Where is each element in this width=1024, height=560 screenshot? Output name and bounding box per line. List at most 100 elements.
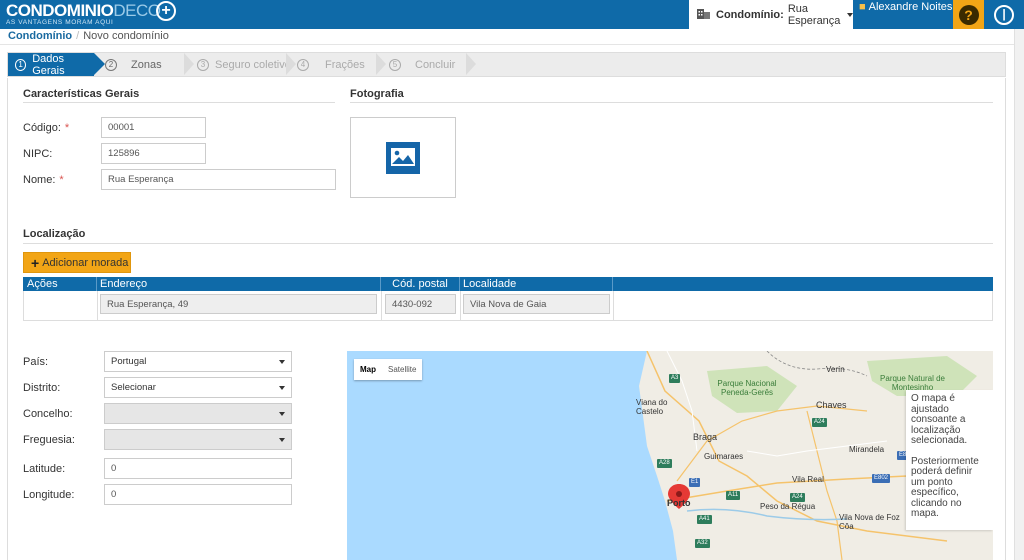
- image-icon: [386, 141, 420, 174]
- freguesia-label: Freguesia:: [23, 434, 75, 446]
- road-badge: A3: [669, 374, 681, 383]
- distrito-value: Selecionar: [111, 382, 156, 393]
- logout-button[interactable]: |: [984, 0, 1024, 29]
- condo-selector-label: Condomínio:: [716, 8, 784, 21]
- road-badge: E1: [689, 478, 701, 487]
- map-type-control: Map Satellite: [354, 359, 423, 380]
- column-header: Cód. postal: [380, 277, 456, 291]
- wizard-step-dados-gerais[interactable]: 1 Dados Gerais: [8, 52, 105, 77]
- address-table-header: Ações Endereço Cód. postal Localidade: [23, 277, 993, 291]
- map-place-label: Vila Nova de Foz Côa: [839, 513, 900, 531]
- step-label: Concluir: [415, 58, 456, 71]
- breadcrumb-root[interactable]: Condomínio: [8, 30, 72, 42]
- distrito-select[interactable]: Selecionar: [104, 377, 292, 398]
- map-place-label: Guimaraes: [704, 452, 744, 461]
- building-icon: [697, 7, 710, 22]
- road-badge: E802: [872, 474, 891, 483]
- map-info-text: Posteriormente poderá definir um ponto e…: [911, 455, 979, 519]
- distrito-label: Distrito:: [23, 382, 61, 394]
- codigo-field[interactable]: 00001: [101, 117, 206, 138]
- map-tab-satellite[interactable]: Satellite: [382, 359, 422, 380]
- step-label: Dados Gerais: [32, 52, 65, 77]
- map-info-text: O mapa é ajustado consoante a localizaçã…: [911, 393, 968, 446]
- step-divider: [184, 53, 194, 75]
- column-header: Localidade: [459, 277, 516, 291]
- required-mark: *: [59, 174, 64, 186]
- map-park-label: Parque Nacional Peneda-Gerês: [717, 379, 777, 397]
- column-header: Endereço: [96, 277, 147, 291]
- address-postal-cell: 4430-092: [385, 294, 456, 314]
- map-place-label: Vila Real: [792, 475, 824, 484]
- nome-label: Nome: *: [23, 174, 64, 186]
- condo-selector[interactable]: Condomínio: Rua Esperança: [689, 0, 853, 29]
- codigo-label: Código: *: [23, 122, 70, 134]
- step-number: 5: [389, 58, 401, 71]
- chevron-down-icon: [279, 438, 285, 442]
- page-scrollbar[interactable]: [1014, 29, 1024, 560]
- user-menu[interactable]: ■ Alexandre Noites: [853, 0, 953, 29]
- logo-tagline: AS VANTAGENS MORAM AQUI: [6, 19, 114, 26]
- step-number: 4: [297, 58, 309, 71]
- section-title-location: Localização: [23, 228, 86, 240]
- map-place-label: Porto: [667, 498, 691, 508]
- photo-upload[interactable]: [350, 117, 456, 198]
- step-label: Seguro coletivo: [215, 58, 291, 71]
- help-button[interactable]: ?: [953, 0, 984, 29]
- required-mark: *: [64, 122, 70, 134]
- power-icon: |: [994, 4, 1014, 25]
- map-place-label: Mirandela: [849, 445, 885, 454]
- add-address-button[interactable]: + Adicionar morada: [23, 252, 131, 273]
- map-info-note: O mapa é ajustado consoante a localizaçã…: [906, 390, 993, 530]
- section-title-general: Características Gerais: [23, 88, 140, 100]
- logo-text-deco: DECO: [113, 1, 161, 20]
- longitude-field[interactable]: 0: [104, 484, 292, 505]
- longitude-label: Longitude:: [23, 489, 75, 501]
- wizard-steps: 1 Dados Gerais 2 Zonas 3 Seguro coletivo…: [7, 52, 1006, 77]
- breadcrumb: Condomínio / Novo condomínio: [0, 29, 1024, 45]
- divider: [350, 102, 993, 103]
- breadcrumb-separator: /: [76, 30, 80, 42]
- chevron-down-icon: [279, 412, 285, 416]
- address-street-cell: Rua Esperança, 49: [100, 294, 377, 314]
- map-place-label: Viana do Castelo: [636, 398, 668, 416]
- wizard-step-concluir: 5 Concluir: [389, 53, 455, 76]
- divider: [23, 102, 335, 103]
- plus-icon: +: [31, 254, 40, 271]
- nome-field[interactable]: Rua Esperança: [101, 169, 336, 190]
- step-divider: [466, 53, 476, 75]
- logo-plus-icon: +: [156, 1, 176, 21]
- column-divider: [612, 277, 616, 291]
- chevron-down-icon: [279, 360, 285, 364]
- map-tab-map[interactable]: Map: [354, 359, 382, 380]
- divider: [23, 243, 993, 244]
- pais-value: Portugal: [111, 356, 147, 367]
- freguesia-select[interactable]: [104, 429, 292, 450]
- location-map[interactable]: Map Satellite Viana do Castelo Parque Na…: [347, 351, 993, 560]
- step-number: 3: [197, 58, 209, 71]
- nipc-field[interactable]: 125896: [101, 143, 206, 164]
- pais-label: País:: [23, 356, 49, 368]
- column-header: Ações: [27, 278, 58, 290]
- form-panel: Características Gerais Fotografia Código…: [7, 78, 1006, 560]
- concelho-select[interactable]: [104, 403, 292, 424]
- concelho-label: Concelho:: [23, 408, 73, 420]
- add-address-label: Adicionar morada: [42, 256, 129, 269]
- logo[interactable]: CONDOMINIODECO AS VANTAGENS MORAM AQUI +: [6, 1, 176, 28]
- section-title-photo: Fotografia: [350, 88, 404, 100]
- step-number: 1: [15, 58, 27, 71]
- pais-select[interactable]: Portugal: [104, 351, 292, 372]
- address-locality-cell: Vila Nova de Gaia: [463, 294, 610, 314]
- chevron-down-icon: [279, 386, 285, 390]
- help-icon: ?: [958, 4, 979, 25]
- nipc-label: NIPC:: [23, 148, 53, 160]
- map-place-label: Verín: [826, 365, 845, 374]
- user-icon: ■: [859, 1, 866, 13]
- table-row: Rua Esperança, 49 4430-092 Vila Nova de …: [23, 291, 993, 321]
- latitude-field[interactable]: 0: [104, 458, 292, 479]
- wizard-step-zonas[interactable]: 2 Zonas: [105, 53, 162, 76]
- map-place-label: Chaves: [816, 400, 847, 410]
- wizard-step-seguro-coletivo: 3 Seguro coletivo: [197, 53, 291, 76]
- step-label: Zonas: [131, 58, 162, 71]
- step-divider: [286, 53, 296, 75]
- road-badge: A24: [790, 493, 805, 502]
